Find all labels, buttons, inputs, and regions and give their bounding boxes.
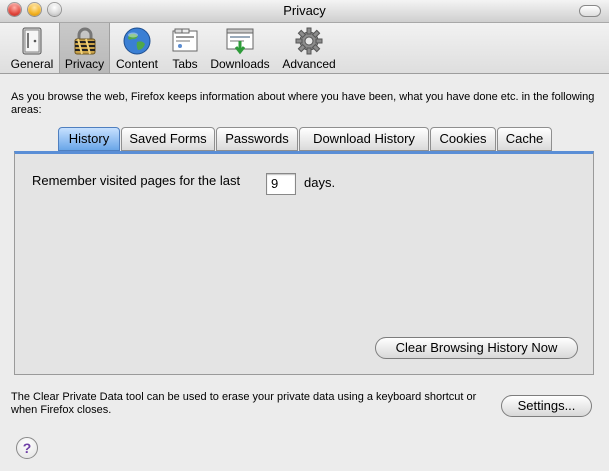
title-bar: Privacy [0, 0, 609, 23]
globe-icon [121, 26, 153, 56]
tab-passwords[interactable]: Passwords [216, 127, 298, 151]
toolbar-item-privacy[interactable]: Privacy [59, 23, 110, 73]
toolbar-label-advanced: Advanced [282, 57, 336, 71]
tab-saved-forms[interactable]: Saved Forms [121, 127, 215, 151]
lock-icon [69, 26, 101, 56]
tabs-icon [169, 26, 201, 56]
gear-icon [293, 26, 325, 56]
toolbar-label-tabs: Tabs [172, 57, 198, 71]
toolbar-item-tabs[interactable]: Tabs [166, 23, 204, 73]
days-input[interactable]: 9 [266, 173, 296, 195]
toolbar-item-general[interactable]: General [6, 23, 58, 73]
toolbar-item-content[interactable]: Content [113, 23, 161, 73]
toolbar-label-privacy: Privacy [64, 57, 105, 71]
preferences-window: Privacy General Privacy Content Tabs Dow… [0, 0, 609, 471]
settings-button[interactable]: Settings... [501, 395, 592, 417]
toolbar-toggle-button[interactable] [579, 5, 601, 17]
general-icon [16, 26, 48, 56]
remember-label: Remember visited pages for the last [32, 173, 241, 188]
days-label: days. [304, 175, 336, 190]
downloads-icon [224, 26, 256, 56]
toolbar-item-downloads[interactable]: Downloads [208, 23, 272, 73]
preferences-toolbar: General Privacy Content Tabs Downloads A… [0, 23, 609, 74]
help-button[interactable]: ? [16, 437, 38, 459]
toolbar-label-content: Content [115, 57, 159, 71]
tab-cookies[interactable]: Cookies [430, 127, 496, 151]
tab-history[interactable]: History [58, 127, 120, 151]
clear-private-data-text: The Clear Private Data tool can be used … [11, 391, 477, 416]
history-panel: Remember visited pages for the last 9 da… [14, 151, 594, 375]
toolbar-label-general: General [10, 57, 54, 71]
window-title: Privacy [283, 3, 326, 18]
tab-cache[interactable]: Cache [497, 127, 552, 151]
toolbar-label-downloads: Downloads [210, 57, 270, 71]
intro-text: As you browse the web, Firefox keeps inf… [11, 91, 595, 116]
tab-download-history[interactable]: Download History [299, 127, 429, 151]
clear-browsing-history-button[interactable]: Clear Browsing History Now [375, 337, 578, 359]
toolbar-item-advanced[interactable]: Advanced [281, 23, 337, 73]
